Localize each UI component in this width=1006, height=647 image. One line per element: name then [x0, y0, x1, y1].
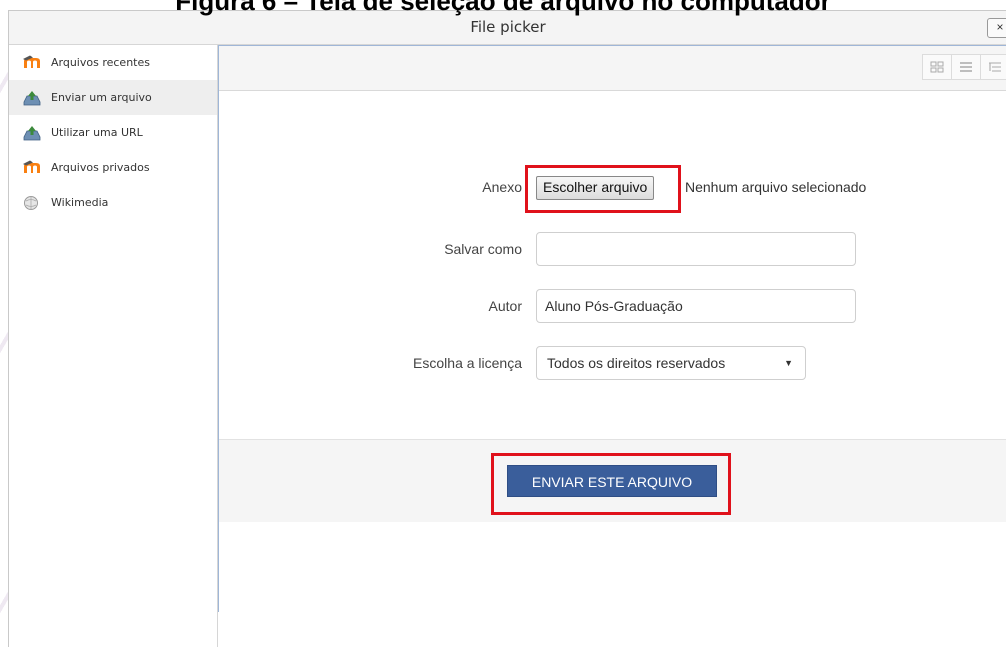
sidebar-item-label: Arquivos privados [51, 161, 150, 174]
license-row: Escolha a licença Todos os direitos rese… [219, 346, 1006, 380]
tree-view-button[interactable] [980, 54, 1006, 80]
close-button[interactable]: × [987, 18, 1006, 38]
list-view-button[interactable] [951, 54, 981, 80]
view-toolbar [219, 46, 1006, 91]
file-status: Nenhum arquivo selecionado [685, 179, 867, 195]
tree-view-icon [989, 62, 1001, 72]
sidebar-item-label: Arquivos recentes [51, 56, 150, 69]
sidebar-item-label: Utilizar uma URL [51, 126, 143, 139]
sidebar-item-arquivos-privados[interactable]: Arquivos privados [9, 150, 217, 185]
author-input[interactable]: Aluno Pós-Graduação [536, 289, 856, 323]
icons-view-button[interactable] [922, 54, 952, 80]
sidebar-item-label: Enviar um arquivo [51, 91, 152, 104]
dialog-titlebar: File picker × [9, 11, 1006, 45]
moodle-icon [23, 160, 41, 176]
save-as-label: Salvar como [444, 241, 522, 257]
save-as-input[interactable] [536, 232, 856, 266]
sidebar-item-utilizar-uma-url[interactable]: Utilizar uma URL [9, 115, 217, 150]
upload-icon [23, 90, 41, 106]
author-row: Autor Aluno Pós-Graduação [219, 289, 1006, 323]
license-selected-value: Todos os direitos reservados [547, 355, 726, 371]
moodle-icon [23, 55, 41, 71]
highlight-box-submit [491, 453, 731, 515]
sidebar-item-enviar-um-arquivo[interactable]: Enviar um arquivo [9, 80, 217, 115]
upload-icon [23, 125, 41, 141]
sidebar-item-label: Wikimedia [51, 196, 109, 209]
chevron-down-icon: ▼ [784, 358, 793, 368]
license-select[interactable]: Todos os direitos reservados ▼ [536, 346, 806, 380]
view-switcher [922, 54, 1006, 80]
license-label: Escolha a licença [413, 355, 522, 371]
dialog-bottom-area [218, 612, 1006, 647]
repository-sidebar: Arquivos recentes Enviar um arquivo Util… [9, 45, 218, 647]
sidebar-item-wikimedia[interactable]: Wikimedia [9, 185, 217, 220]
highlight-box-choose-file [525, 165, 681, 213]
attachment-label: Anexo [482, 179, 522, 195]
sidebar-item-arquivos-recentes[interactable]: Arquivos recentes [9, 45, 217, 80]
globe-icon [23, 195, 41, 211]
upload-panel: Anexo Escolher arquivo Nenhum arquivo se… [218, 45, 1006, 613]
author-label: Autor [488, 298, 522, 314]
figure-caption: Figura 6 – Tela de seleção de arquivo no… [175, 0, 831, 16]
file-picker-dialog: File picker × Arquivos recentes Enviar u… [8, 10, 1006, 647]
icons-view-icon [930, 61, 944, 73]
list-view-icon [960, 62, 972, 72]
save-as-row: Salvar como [219, 232, 1006, 266]
